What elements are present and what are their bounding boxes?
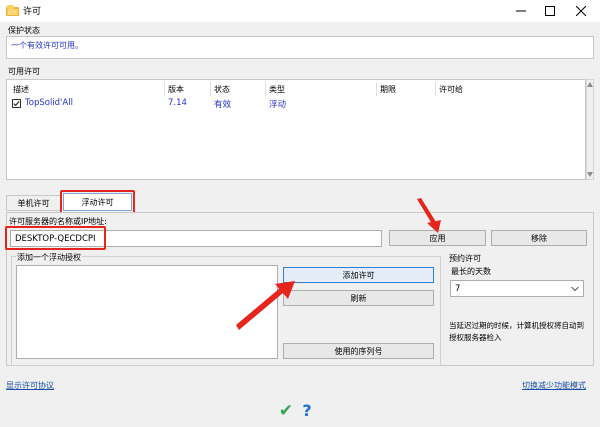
col-licensee[interactable]: 许可给 — [439, 84, 463, 95]
reservation-note: 当延迟过期的时候，计算机授权将自动到授权服务器检入 — [449, 321, 584, 342]
table-row[interactable]: TopSolid'All 7.14 有效 浮动 — [7, 97, 585, 111]
tab-standalone[interactable]: 单机许可 — [6, 195, 61, 211]
app-icon — [6, 5, 19, 16]
cell-version: 7.14 — [168, 98, 187, 108]
close-icon — [576, 6, 586, 16]
col-version[interactable]: 版本 — [168, 84, 184, 95]
chevron-down-icon — [571, 286, 579, 292]
license-list[interactable] — [6, 79, 586, 180]
tab-standalone-label: 单机许可 — [17, 198, 50, 208]
protection-status-label: 保护状态 — [8, 26, 40, 35]
available-licenses-label: 可用许可 — [8, 67, 40, 76]
apply-button[interactable]: 应用 — [389, 230, 486, 246]
window-title: 许可 — [23, 7, 42, 17]
add-license-button-label: 添加许可 — [342, 270, 375, 280]
serial-number-button[interactable]: 使用的序列号 — [283, 343, 434, 359]
tab-floating[interactable]: 浮动许可 — [63, 193, 132, 211]
floating-list[interactable] — [16, 265, 278, 359]
cell-status: 有效 — [214, 100, 232, 110]
max-days-value: 7 — [455, 283, 461, 294]
serial-number-button-label: 使用的序列号 — [334, 346, 383, 356]
help-icon[interactable]: ? — [300, 402, 314, 420]
refresh-button[interactable]: 刷新 — [283, 290, 434, 306]
protection-status-text: 一个有效许可可用。 — [11, 41, 83, 50]
cell-type: 浮动 — [269, 100, 287, 110]
tab-floating-label: 浮动许可 — [81, 197, 114, 207]
max-days-label: 最长的天数 — [451, 267, 491, 276]
license-window: 许可 保护状态 一个有效许可可用。 可用许可 描述 版本 状态 类型 期限 许可… — [0, 0, 600, 427]
col-type[interactable]: 类型 — [269, 84, 285, 95]
switch-mode-link[interactable]: 切换减少功能模式 — [522, 380, 586, 391]
col-description[interactable]: 描述 — [13, 84, 29, 95]
help-glyph: ? — [302, 401, 312, 420]
col-divider — [265, 82, 266, 96]
list-scrollbar[interactable] — [586, 79, 594, 180]
checkbox-checked-icon[interactable] — [12, 99, 21, 108]
add-license-button[interactable]: 添加许可 — [283, 267, 434, 283]
highlight-box — [5, 226, 106, 250]
show-agreement-link[interactable]: 显示许可协议 — [6, 380, 54, 391]
col-divider — [164, 82, 165, 96]
protection-status-panel: 一个有效许可可用。 — [6, 36, 594, 59]
ok-check-icon[interactable]: ✔ — [277, 402, 295, 420]
apply-button-label: 应用 — [429, 233, 446, 243]
cell-description: TopSolid'All — [25, 98, 73, 108]
col-divider — [210, 82, 211, 96]
title-bar: 许可 — [0, 0, 600, 22]
col-term[interactable]: 期限 — [380, 84, 396, 95]
floating-group-label: 添加一个浮动授权 — [16, 252, 82, 263]
col-divider — [435, 82, 436, 96]
col-status[interactable]: 状态 — [214, 84, 230, 95]
remove-button[interactable]: 移除 — [491, 230, 587, 246]
close-button[interactable] — [572, 2, 590, 20]
maximize-button[interactable] — [541, 2, 559, 20]
minimize-button[interactable] — [512, 2, 530, 20]
max-days-select[interactable]: 7 — [450, 280, 584, 297]
scroll-up-icon[interactable] — [587, 82, 593, 87]
maximize-icon — [545, 6, 555, 16]
refresh-button-label: 刷新 — [350, 293, 367, 303]
minimize-icon — [516, 10, 526, 12]
reservation-label: 预约许可 — [449, 254, 481, 263]
col-divider — [376, 82, 377, 96]
scroll-down-icon[interactable] — [587, 172, 593, 177]
ok-check-glyph: ✔ — [278, 401, 294, 421]
remove-button-label: 移除 — [531, 233, 547, 243]
